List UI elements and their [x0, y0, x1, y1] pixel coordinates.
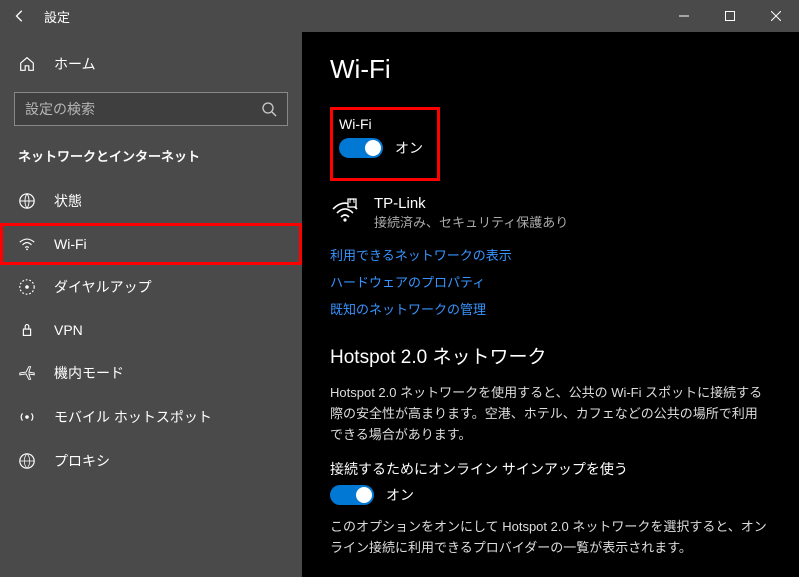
wifi-connected-icon: [330, 195, 360, 225]
vpn-icon: [18, 321, 36, 339]
status-icon: [18, 192, 36, 210]
sidebar-item-wifi[interactable]: Wi-Fi: [0, 223, 302, 265]
network-status: 接続済み、セキュリティ保護あり: [374, 212, 568, 231]
sidebar-item-proxy[interactable]: プロキシ: [0, 439, 302, 483]
hotspot-description: Hotspot 2.0 ネットワークを使用すると、公共の Wi-Fi スポットに…: [330, 383, 770, 445]
sidebar-home-label: ホーム: [54, 54, 96, 74]
hotspot-icon: [18, 408, 36, 426]
sidebar: ホーム ネットワークとインターネット 状態: [0, 32, 302, 577]
sidebar-item-label: モバイル ホットスポット: [54, 407, 212, 427]
search-icon: [251, 101, 287, 117]
hotspot-section-title: Hotspot 2.0 ネットワーク: [330, 342, 771, 369]
link-known-networks[interactable]: 既知のネットワークの管理: [330, 299, 771, 318]
close-button[interactable]: [753, 0, 799, 32]
sidebar-item-label: VPN: [54, 322, 83, 338]
titlebar: 設定: [0, 0, 799, 32]
online-signup-label: 接続するためにオンライン サインアップを使う: [330, 459, 771, 479]
main-content: Wi-Fi Wi-Fi オン TP-L: [302, 32, 799, 577]
sidebar-item-hotspot[interactable]: モバイル ホットスポット: [0, 395, 302, 439]
sidebar-item-label: ダイヤルアップ: [54, 277, 152, 297]
search-box[interactable]: [14, 92, 288, 126]
link-show-networks[interactable]: 利用できるネットワークの表示: [330, 245, 771, 264]
wifi-icon: [18, 235, 36, 253]
sidebar-item-label: プロキシ: [54, 451, 110, 471]
sidebar-item-airplane[interactable]: 機内モード: [0, 351, 302, 395]
sidebar-item-label: 機内モード: [54, 363, 124, 383]
sidebar-item-label: 状態: [54, 191, 82, 211]
back-button[interactable]: [12, 9, 28, 23]
network-name: TP-Link: [374, 195, 568, 212]
airplane-icon: [18, 364, 36, 382]
sidebar-home[interactable]: ホーム: [0, 44, 302, 84]
page-title: Wi-Fi: [330, 54, 771, 85]
sidebar-item-vpn[interactable]: VPN: [0, 309, 302, 351]
wifi-toggle-label: Wi-Fi: [339, 116, 427, 132]
sidebar-item-status[interactable]: 状態: [0, 179, 302, 223]
search-input[interactable]: [15, 93, 251, 125]
online-signup-toggle-state: オン: [386, 485, 414, 505]
wifi-toggle[interactable]: [339, 138, 383, 158]
wifi-toggle-state: オン: [395, 138, 423, 158]
maximize-button[interactable]: [707, 0, 753, 32]
window-title: 設定: [44, 7, 70, 26]
hotspot-footer-text: このオプションをオンにして Hotspot 2.0 ネットワークを選択すると、オ…: [330, 517, 770, 559]
home-icon: [18, 55, 36, 73]
proxy-icon: [18, 452, 36, 470]
connected-network[interactable]: TP-Link 接続済み、セキュリティ保護あり: [330, 195, 771, 231]
wifi-toggle-section: Wi-Fi オン: [330, 107, 440, 181]
minimize-button[interactable]: [661, 0, 707, 32]
online-signup-toggle[interactable]: [330, 485, 374, 505]
dialup-icon: [18, 278, 36, 296]
sidebar-item-label: Wi-Fi: [54, 236, 87, 252]
link-hardware-properties[interactable]: ハードウェアのプロパティ: [330, 272, 771, 291]
sidebar-item-dialup[interactable]: ダイヤルアップ: [0, 265, 302, 309]
sidebar-heading: ネットワークとインターネット: [0, 140, 302, 179]
